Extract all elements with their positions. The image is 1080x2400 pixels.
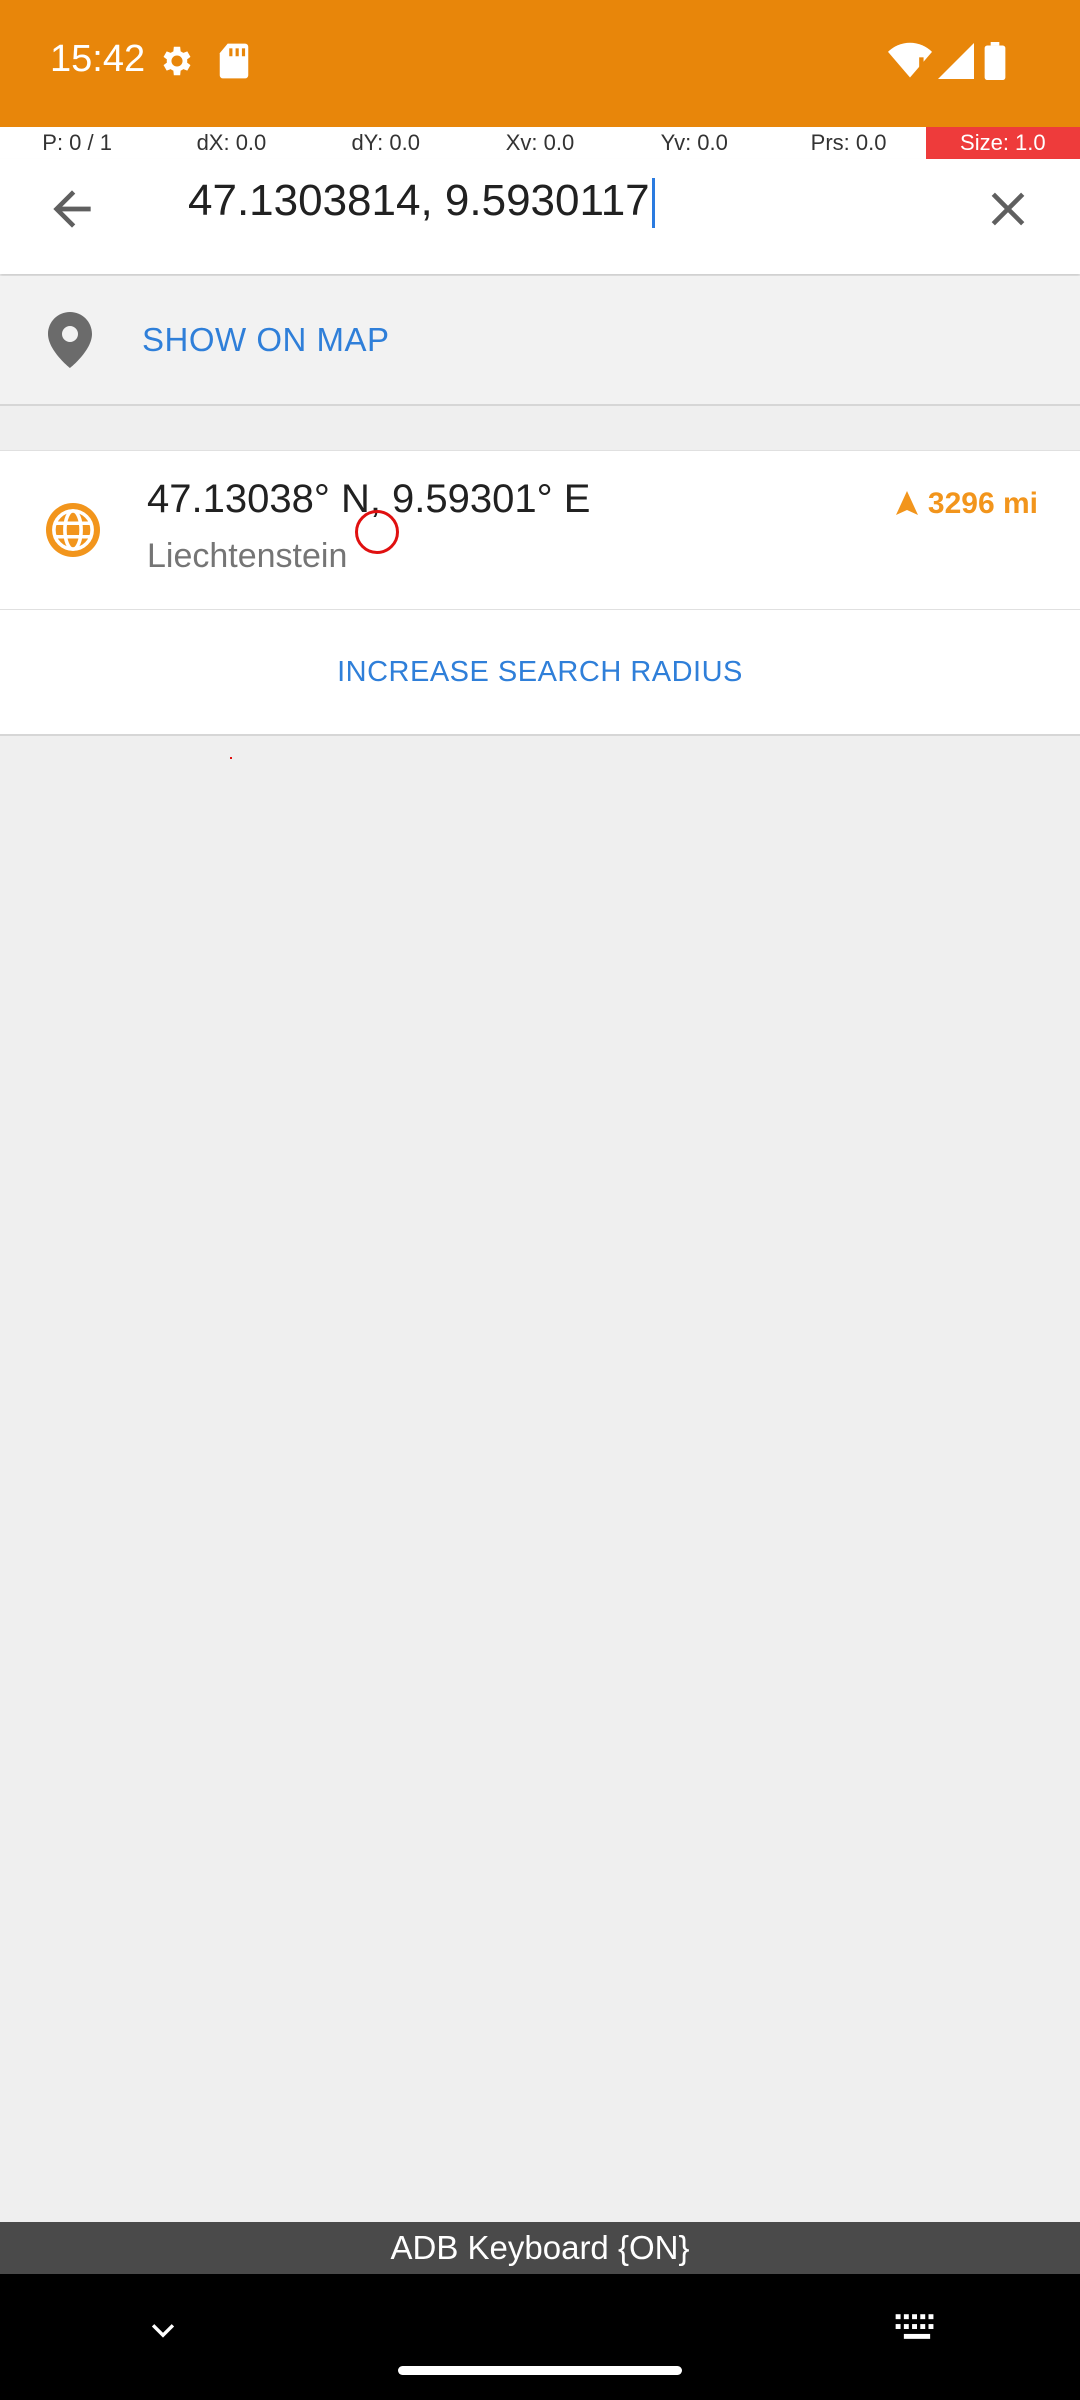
result-distance: 3296 mi [895,487,1038,521]
arrow-back-icon [53,190,91,228]
chevron-down-icon [151,2324,175,2338]
status-bar: 15:42 [0,0,1080,127]
pointer-dx: dX: 0.0 [196,130,267,155]
search-result-item[interactable]: 47.13038° N, 9.59301° E Liechtenstein 32… [0,450,1080,610]
result-subtitle: Liechtenstein [147,537,348,575]
pointer-dy: dY: 0.0 [351,130,420,155]
clear-button[interactable] [980,181,1036,237]
pointer-xv: Xv: 0.0 [505,130,575,155]
pointer-location-overlay: P: 0 / 1 dX: 0.0 dY: 0.0 Xv: 0.0 Yv: 0.0… [0,127,1080,159]
signal-icon [938,42,974,85]
touch-indicator [355,510,399,554]
back-button[interactable] [44,181,100,237]
status-time: 15:42 [50,38,146,80]
text-cursor [651,178,655,229]
search-query-text: 47.1303814, 9.5930117 [188,176,650,225]
increase-search-radius-button[interactable]: INCREASE SEARCH RADIUS [0,610,1080,736]
wifi-icon [888,42,932,85]
search-input[interactable]: 47.1303814, 9.5930117 [188,159,655,243]
distance-value: 3296 mi [927,487,1038,520]
sd-card-icon [218,42,250,85]
map-pin-icon [46,312,94,373]
hide-keyboard-button[interactable] [146,2314,180,2353]
show-on-map-row[interactable]: SHOW ON MAP [0,276,1080,406]
home-gesture-handle[interactable] [398,2366,682,2375]
direction-arrow-icon [895,491,918,515]
pointer-prs: Prs: 0.0 [810,130,887,155]
pointer-count: P: 0 / 1 [42,130,112,155]
pointer-size: Size: 1.0 [925,127,1080,159]
keyboard-switch-button[interactable] [894,2312,940,2351]
touch-trace-dot [230,757,232,759]
battery-icon [984,42,1006,85]
search-toolbar: 47.1303814, 9.5930117 [0,159,1080,274]
globe-icon [46,503,100,562]
navigation-bar [0,2274,1080,2400]
show-on-map-label: SHOW ON MAP [142,321,390,358]
pointer-yv: Yv: 0.0 [660,130,728,155]
adb-keyboard-banner: ADB Keyboard {ON} [0,2222,1080,2274]
settings-gear-icon [158,42,196,85]
close-icon [991,192,1025,226]
keyboard-icon [895,2314,934,2339]
